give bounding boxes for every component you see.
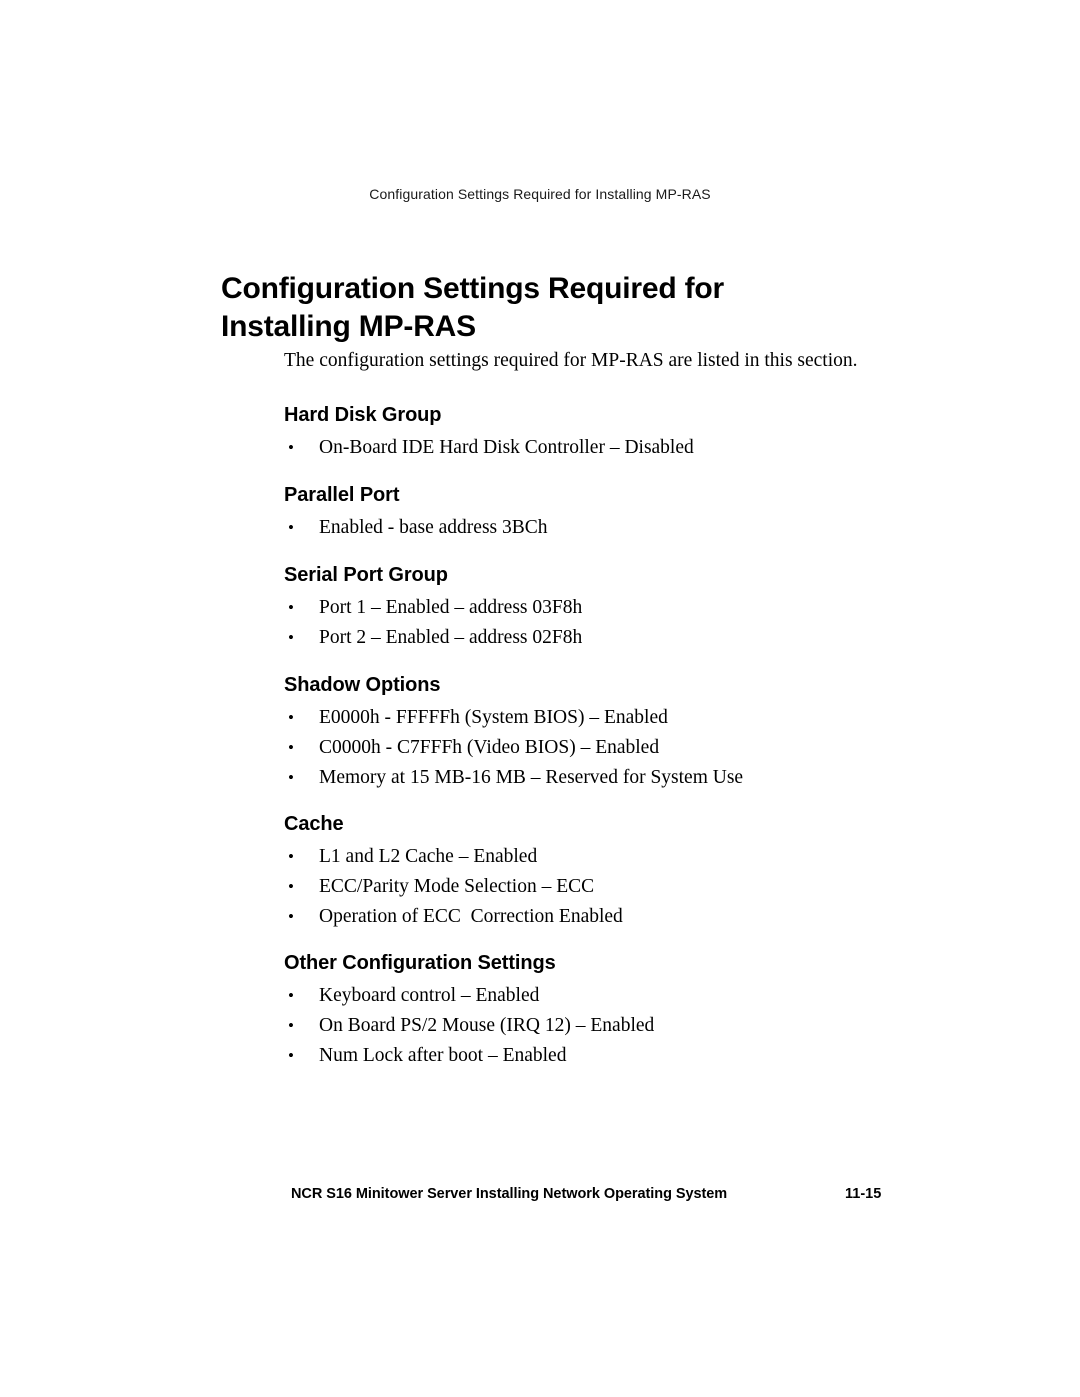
list-item: • C0000h - C7FFFh (Video BIOS) – Enabled [284, 733, 944, 763]
list-item-text: L1 and L2 Cache – Enabled [319, 846, 538, 867]
list-item: • Keyboard control – Enabled [284, 981, 944, 1011]
bullet-icon: • [288, 877, 294, 896]
bullet-icon: • [288, 1016, 294, 1035]
running-header: Configuration Settings Required for Inst… [369, 186, 711, 202]
section-shadow-options: Shadow Options • E0000h - FFFFFh (System … [284, 674, 944, 793]
intro-paragraph: The configuration settings required for … [284, 350, 858, 371]
section-heading: Cache [284, 813, 344, 835]
bullet-list: • On-Board IDE Hard Disk Controller – Dis… [284, 433, 944, 463]
footer-text: NCR S16 Minitower Server Installing Netw… [291, 1186, 728, 1202]
section-other-configuration-settings: Other Configuration Settings • Keyboard c… [284, 952, 944, 1071]
document-body: The configuration settings required for … [284, 348, 944, 1093]
bullet-icon: • [288, 847, 294, 866]
bullet-icon: • [288, 768, 294, 787]
list-item: • ECC/Parity Mode Selection – ECC [284, 872, 944, 902]
bullet-list: • Port 1 – Enabled – address 03F8h • Port … [284, 593, 944, 653]
list-item-text: E0000h - FFFFFh (System BIOS) – Enabled [319, 707, 668, 728]
page-title-line-2: Installing MP-RAS [221, 310, 476, 344]
footer-page-number: 11-15 [845, 1186, 882, 1202]
list-item: • On-Board IDE Hard Disk Controller – Dis… [284, 433, 944, 463]
list-item-text: ECC/Parity Mode Selection – ECC [319, 876, 595, 897]
list-item: • On Board PS/2 Mouse (IRQ 12) – Enabled [284, 1011, 944, 1041]
list-item-text: Keyboard control – Enabled [319, 985, 540, 1006]
section-parallel-port: Parallel Port • Enabled - base address 3B… [284, 484, 944, 543]
bullet-icon: • [288, 438, 294, 457]
section-serial-port-group: Serial Port Group • Port 1 – Enabled – ad… [284, 564, 944, 653]
section-heading: Other Configuration Settings [284, 952, 556, 974]
list-item-text: Port 2 – Enabled – address 02F8h [319, 627, 583, 648]
list-item: • E0000h - FFFFFh (System BIOS) – Enabled [284, 703, 944, 733]
bullet-list: • Enabled - base address 3BCh [284, 513, 944, 543]
section-cache: Cache • L1 and L2 Cache – Enabled • ECC/Pa… [284, 813, 944, 932]
section-heading: Parallel Port [284, 484, 400, 506]
bullet-list: • L1 and L2 Cache – Enabled • ECC/Parity M… [284, 842, 944, 932]
list-item: • L1 and L2 Cache – Enabled [284, 842, 944, 872]
list-item: • Port 1 – Enabled – address 03F8h [284, 593, 944, 623]
bullet-icon: • [288, 907, 294, 926]
bullet-icon: • [288, 708, 294, 727]
bullet-list: • Keyboard control – Enabled • On Board PS… [284, 981, 944, 1071]
list-item-text: Enabled - base address 3BCh [319, 517, 548, 538]
list-item-text: Num Lock after boot – Enabled [319, 1045, 567, 1066]
list-item-text: On-Board IDE Hard Disk Controller – Disa… [319, 437, 694, 458]
section-heading: Hard Disk Group [284, 404, 442, 426]
bullet-icon: • [288, 518, 294, 537]
bullet-list: • E0000h - FFFFFh (System BIOS) – Enabled… [284, 703, 944, 793]
bullet-icon: • [288, 628, 294, 647]
document-page: Configuration Settings Required for Inst… [0, 0, 1080, 1397]
page-title: Configuration Settings Required for Inst… [221, 270, 821, 346]
list-item: • Operation of ECC Correction Enabled [284, 902, 944, 932]
list-item: • Num Lock after boot – Enabled [284, 1041, 944, 1071]
bullet-icon: • [288, 1046, 294, 1065]
bullet-icon: • [288, 986, 294, 1005]
list-item-text: Port 1 – Enabled – address 03F8h [319, 597, 583, 618]
list-item-text: C0000h - C7FFFh (Video BIOS) – Enabled [319, 737, 660, 758]
section-heading: Shadow Options [284, 674, 441, 696]
bullet-icon: • [288, 598, 294, 617]
list-item-text: Operation of ECC Correction Enabled [319, 906, 623, 927]
list-item-text: Memory at 15 MB-16 MB – Reserved for Sys… [319, 767, 744, 788]
section-hard-disk-group: Hard Disk Group • On-Board IDE Hard Disk … [284, 404, 944, 463]
list-item-text: On Board PS/2 Mouse (IRQ 12) – Enabled [319, 1015, 655, 1036]
page-title-line-1: Configuration Settings Required for [221, 272, 724, 306]
section-heading: Serial Port Group [284, 564, 448, 586]
list-item: • Port 2 – Enabled – address 02F8h [284, 623, 944, 653]
list-item: • Enabled - base address 3BCh [284, 513, 944, 543]
bullet-icon: • [288, 738, 294, 757]
list-item: • Memory at 15 MB-16 MB – Reserved for Sy… [284, 763, 944, 793]
